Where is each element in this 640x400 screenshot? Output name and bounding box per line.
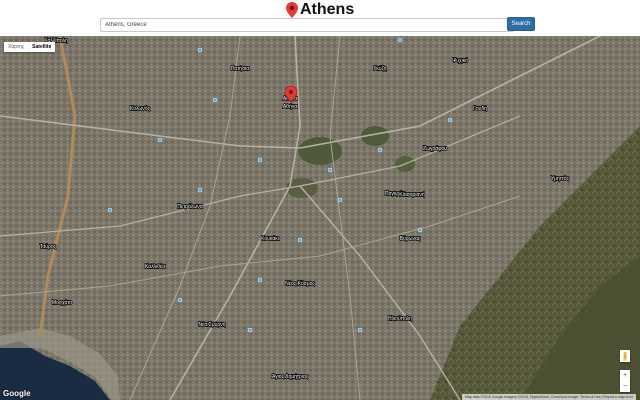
map-canvas[interactable]: ΚαλλίποληΑθήναΑθήναΠαγκράτιΒύρωναςΚαισαρ…	[0, 36, 640, 400]
map-label: Κουκάκι	[261, 235, 279, 242]
map-label: Γουδή	[473, 105, 487, 112]
map-label: Βύρωνας	[400, 235, 421, 242]
map-label: Αθήνα	[283, 103, 297, 110]
map-label: Καλλιθέα	[145, 263, 165, 270]
zoom-control: + −	[620, 370, 630, 392]
map-label: Μοσχάτο	[52, 299, 72, 306]
poi-icon[interactable]	[197, 47, 203, 53]
map-label: Γκύζη	[374, 65, 387, 72]
poi-icon[interactable]	[447, 117, 453, 123]
map-attribution[interactable]: Map data ©2015 Google Imagery ©2015, Dig…	[461, 394, 636, 400]
zoom-in-button[interactable]: +	[620, 370, 630, 381]
map-type-satellite[interactable]: Satellite	[28, 42, 55, 52]
pegman-icon	[623, 351, 627, 361]
pegman-control[interactable]	[620, 350, 630, 362]
map-pin-icon	[286, 2, 298, 18]
title-text: Athens	[300, 1, 355, 18]
poi-icon[interactable]	[297, 237, 303, 243]
zoom-out-button[interactable]: −	[620, 381, 630, 392]
poi-icon[interactable]	[197, 187, 203, 193]
poi-icon[interactable]	[327, 167, 333, 173]
poi-icon[interactable]	[417, 227, 423, 233]
map-label: Νέος Κόσμος	[285, 280, 315, 287]
poi-icon[interactable]	[177, 297, 183, 303]
poi-icon[interactable]	[357, 327, 363, 333]
map-label: Ψυχικό	[452, 57, 468, 64]
map-label: Πετράλωνα	[177, 203, 202, 210]
map-type-map[interactable]: Χάρτης	[4, 42, 28, 52]
pin-dot	[289, 90, 293, 94]
map-label: Ηλιούπολη	[388, 315, 412, 322]
page-title: Athens	[286, 0, 354, 20]
google-logo: Google	[3, 389, 31, 398]
map-label: Πατήσια	[231, 65, 249, 72]
map-label: Ταύρος	[40, 243, 57, 250]
poi-icon[interactable]	[397, 37, 403, 43]
poi-icon[interactable]	[157, 137, 163, 143]
map-label: Ζωγράφου	[423, 145, 447, 152]
search-input[interactable]	[100, 18, 514, 32]
map-type-control: Χάρτης Satellite	[4, 42, 56, 52]
poi-icon[interactable]	[257, 277, 263, 283]
search-button[interactable]: Search	[507, 17, 535, 31]
map-label: Καισαριανή	[399, 191, 425, 198]
map-label: Υμηττός	[551, 175, 569, 182]
poi-icon[interactable]	[107, 207, 113, 213]
poi-icon[interactable]	[377, 147, 383, 153]
map-label: Κολωνός	[130, 105, 151, 112]
satellite-map[interactable]: ΚαλλίποληΑθήναΑθήναΠαγκράτιΒύρωναςΚαισαρ…	[0, 36, 640, 400]
poi-icon[interactable]	[247, 327, 253, 333]
map-label: Νέα Σμύρνη	[199, 321, 226, 328]
map-label: Άγιος Δημήτριος	[272, 373, 309, 380]
page-header: Athens Search	[0, 0, 640, 36]
poi-icon[interactable]	[337, 197, 343, 203]
poi-icon[interactable]	[257, 157, 263, 163]
poi-icon[interactable]	[212, 97, 218, 103]
